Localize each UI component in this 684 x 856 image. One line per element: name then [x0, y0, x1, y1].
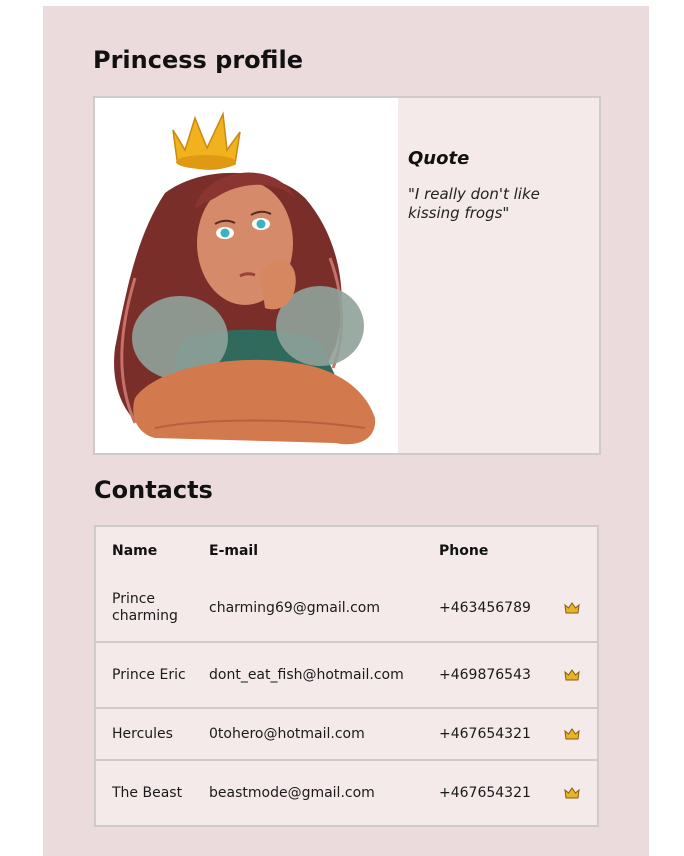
contact-phone: +467654321 — [439, 725, 531, 742]
column-header-email: E-mail — [209, 542, 259, 559]
crown-icon — [562, 709, 582, 759]
page-title: Princess profile — [93, 46, 303, 74]
contact-email[interactable]: beastmode@gmail.com — [209, 761, 434, 825]
profile-card: Quote "I really don't like kissing frogs… — [93, 96, 601, 455]
contact-email[interactable]: dont_eat_fish@hotmail.com — [209, 643, 434, 707]
contact-phone: +469876543 — [439, 666, 531, 683]
crown-icon — [562, 575, 582, 641]
profile-page: Princess profile Quote "I really don't l… — [43, 6, 649, 856]
contact-phone: +463456789 — [439, 599, 531, 616]
crown-illustration — [172, 111, 241, 170]
crown-icon — [562, 761, 582, 825]
column-header-name: Name — [112, 542, 158, 559]
quote-title: Quote — [408, 148, 470, 169]
contact-name: Prince Eric — [112, 666, 186, 683]
table-row: Hercules 0tohero@hotmail.com +467654321 — [96, 709, 597, 761]
quote-text: "I really don't like kissing frogs" — [408, 185, 540, 222]
column-header-phone: Phone — [439, 542, 489, 559]
contact-email[interactable]: charming69@gmail.com — [209, 575, 434, 641]
princess-illustration — [114, 111, 376, 445]
table-row: Prince charming charming69@gmail.com +46… — [96, 575, 597, 643]
table-row: The Beast beastmode@gmail.com +467654321 — [96, 761, 597, 825]
contacts-table: Name E-mail Phone Prince charming charmi… — [94, 525, 599, 827]
princess-portrait — [95, 98, 398, 453]
contact-name: Hercules — [112, 725, 173, 742]
contact-name: The Beast — [112, 784, 183, 801]
table-row: Prince Eric dont_eat_fish@hotmail.com +4… — [96, 643, 597, 709]
contact-phone: +467654321 — [439, 784, 531, 801]
crown-icon — [562, 643, 582, 707]
table-header-row: Name E-mail Phone — [96, 527, 597, 575]
contacts-title: Contacts — [94, 476, 213, 504]
contact-email[interactable]: 0tohero@hotmail.com — [209, 709, 434, 759]
contact-name: Prince charming — [112, 591, 178, 624]
quote-box: Quote "I really don't like kissing frogs… — [408, 148, 593, 223]
